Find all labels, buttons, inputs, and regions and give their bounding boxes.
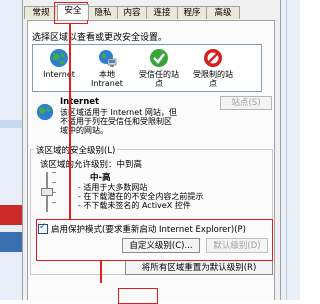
- zone-local-intranet[interactable]: 本地 Intranet: [85, 48, 129, 88]
- tab-privacy[interactable]: 隐私: [88, 6, 118, 19]
- reset-all-zones-button[interactable]: 将所有区域重置为默认级别(R): [125, 260, 273, 275]
- zone-label: Internet: [37, 70, 81, 79]
- sites-button[interactable]: 站点(S): [220, 96, 272, 110]
- allowed-levels-text: 该区域的允许级别：中到高: [40, 160, 143, 170]
- security-level-slider-thumb[interactable]: [41, 188, 53, 196]
- background-window-right: [279, 0, 300, 300]
- security-level-description: - 适用于大多数网站 - 在下载潜在的不安全内容之前提示 - 不下载未签名的 A…: [78, 183, 204, 210]
- zone-label: 本地 Intranet: [91, 70, 123, 88]
- tab-security[interactable]: 安全: [57, 4, 89, 20]
- globe-icon: [49, 48, 69, 68]
- zone-label: 受信任的站 点: [139, 70, 179, 88]
- background-stripe: [0, 120, 22, 128]
- selected-zone-globe-icon: [36, 103, 54, 121]
- zone-restricted-sites[interactable]: 受限制的站 点: [191, 48, 235, 88]
- tab-connections[interactable]: 连接: [146, 6, 178, 19]
- background-blue-block: [0, 232, 22, 252]
- zone-trusted-sites[interactable]: 受信任的站 点: [137, 48, 181, 88]
- annotation-box-bottom: [118, 288, 158, 304]
- security-level-group-title: 该区域的安全级别(L): [34, 144, 118, 156]
- zone-prompt: 选择区域以查看或更改安全设置。: [32, 33, 168, 43]
- restricted-icon: [203, 48, 223, 68]
- tab-content[interactable]: 内容: [117, 6, 147, 19]
- tab-general[interactable]: 常规: [24, 6, 58, 19]
- background-window-left: [0, 0, 22, 300]
- annotation-connector-line: [69, 24, 71, 220]
- annotation-box-protected-mode: [36, 219, 273, 261]
- trusted-check-icon: [149, 48, 169, 68]
- zone-label: 受限制的站 点: [193, 70, 233, 88]
- security-level-name: 中-高: [90, 173, 111, 183]
- background-divider: [286, 0, 287, 300]
- selected-zone-description: 该区域适用于 Internet 网站，但 不适用于列在受信任和受限制区 域中的网…: [60, 108, 177, 135]
- tab-advanced[interactable]: 高级: [206, 6, 240, 19]
- selected-zone-title: Internet: [60, 97, 100, 107]
- slider-tick: [52, 182, 56, 183]
- zone-list: Internet 本地 Intranet 受信任的站 点 受限制的站 点: [32, 44, 262, 92]
- tab-programs[interactable]: 程序: [177, 6, 207, 19]
- annotation-connector-line-2: [100, 261, 102, 283]
- slider-tick: [52, 172, 56, 173]
- tab-strip: 常规 安全 隐私 内容 连接 程序 高级: [24, 4, 279, 20]
- slider-tick: [52, 202, 56, 203]
- zone-internet[interactable]: Internet: [37, 48, 81, 79]
- intranet-icon: [97, 48, 117, 68]
- background-red-block: [0, 205, 22, 225]
